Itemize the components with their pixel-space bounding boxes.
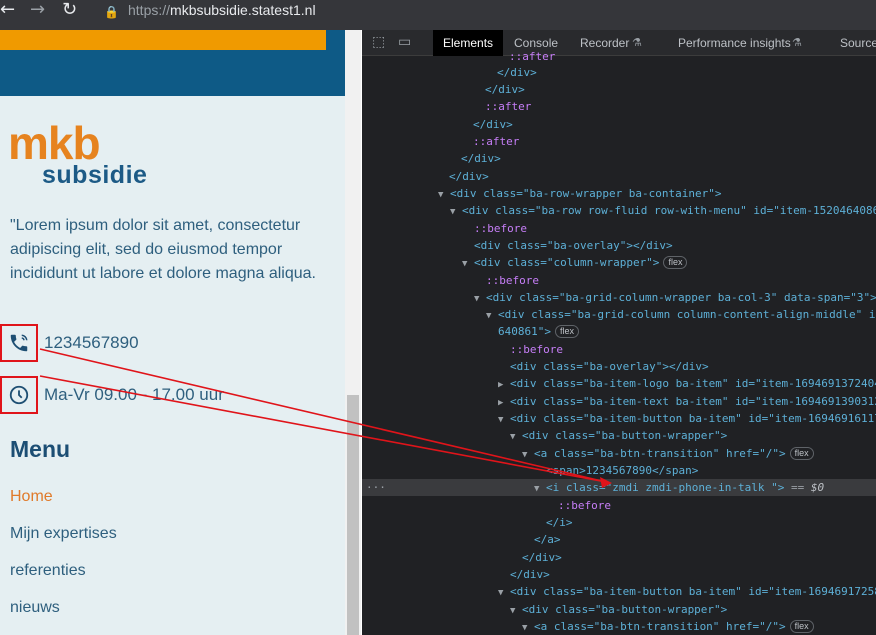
- selected-marker: == $0: [791, 481, 825, 494]
- dom-line[interactable]: ▶ <div class="ba-item-text ba-item" id="i…: [362, 393, 876, 410]
- intro-text: "Lorem ipsum dolor sit amet, consectetur…: [10, 217, 316, 282]
- menu-item-nieuws[interactable]: nieuws: [10, 599, 60, 617]
- expand-triangle-icon[interactable]: ▼: [462, 256, 474, 273]
- dom-line[interactable]: </i>: [362, 514, 876, 531]
- dom-line[interactable]: <span>1234567890</span>: [362, 462, 876, 479]
- menu-item-expertises[interactable]: Mijn expertises: [10, 525, 117, 543]
- flex-badge[interactable]: flex: [789, 447, 814, 460]
- forward-arrow-icon[interactable]: →: [30, 0, 45, 20]
- more-options-icon[interactable]: ···: [366, 479, 386, 496]
- address-bar[interactable]: https://mkbsubsidie.statest1.nl: [128, 2, 316, 18]
- dom-line[interactable]: ▼ <div class="ba-row row-fluid row-with-m…: [362, 202, 876, 219]
- expand-triangle-icon[interactable]: ▼: [534, 481, 546, 498]
- dom-line[interactable]: ▼ <a class="ba-btn-transition" href="/"> f…: [362, 445, 876, 462]
- dom-line[interactable]: </div>: [362, 566, 876, 583]
- devtools-panel: ⬚ ▭ Elements Console Recorder ⚗ Performa…: [362, 30, 876, 635]
- dom-line[interactable]: </div>: [362, 81, 876, 98]
- dom-line[interactable]: ▼ <div class="ba-grid-column-wrapper ba-c…: [362, 289, 876, 306]
- opening-hours: Ma-Vr 09.00 - 17.00 uur: [44, 385, 224, 404]
- dom-line[interactable]: ::before: [362, 220, 876, 237]
- reload-icon[interactable]: ↻: [62, 0, 77, 20]
- dom-line[interactable]: ::after: [362, 48, 876, 65]
- dom-line[interactable]: </div>: [362, 549, 876, 566]
- flex-badge[interactable]: flex: [663, 256, 688, 269]
- menu-title: Menu: [10, 436, 71, 462]
- url-host: mkbsubsidie.statest1.nl: [170, 2, 316, 18]
- dom-line[interactable]: <div class="ba-overlay"></div>: [362, 358, 876, 375]
- dom-line[interactable]: ▼ <div class="ba-row-wrapper ba-container…: [362, 185, 876, 202]
- dom-line[interactable]: </div>: [362, 168, 876, 185]
- hours-row: Ma-Vr 09.00 - 17.00 uur: [0, 376, 224, 414]
- expand-triangle-icon[interactable]: ▼: [498, 585, 510, 602]
- dom-line[interactable]: ▼ <a class="ba-btn-transition" href="/"> f…: [362, 618, 876, 635]
- flex-badge[interactable]: flex: [554, 325, 579, 338]
- phone-number: 1234567890: [44, 333, 139, 352]
- dom-line[interactable]: <div class="ba-overlay"></div>: [362, 237, 876, 254]
- dom-line[interactable]: ▼ <div class="ba-item-button ba-item" id=…: [362, 410, 876, 427]
- orange-bar: [0, 30, 326, 50]
- dom-line[interactable]: </div>: [362, 150, 876, 167]
- header-band: [0, 30, 345, 96]
- dom-line[interactable]: </a>: [362, 531, 876, 548]
- dom-line[interactable]: </div>: [362, 64, 876, 81]
- logo-mkb[interactable]: mkb: [8, 120, 101, 166]
- dom-line[interactable]: ::after: [362, 98, 876, 115]
- flex-badge[interactable]: flex: [789, 620, 814, 633]
- dom-line[interactable]: ::before: [362, 272, 876, 289]
- back-arrow-icon[interactable]: ←: [0, 0, 15, 20]
- clock-icon: [0, 376, 38, 414]
- dom-line[interactable]: ▼ <div class="ba-button-wrapper">: [362, 427, 876, 444]
- browser-toolbar: ← → ↻ 🔒 https://mkbsubsidie.statest1.nl: [0, 0, 876, 30]
- phone-button[interactable]: 1234567890: [0, 324, 139, 362]
- expand-triangle-icon[interactable]: ▼: [510, 429, 522, 446]
- url-protocol: https://: [128, 2, 171, 18]
- collapsed-triangle-icon[interactable]: ▶: [498, 377, 510, 394]
- dom-line[interactable]: ▼ <div class="ba-item-button ba-item" id=…: [362, 583, 876, 600]
- dom-line[interactable]: ▶ <div class="ba-item-logo ba-item" id="i…: [362, 375, 876, 392]
- dom-line[interactable]: ::before: [362, 497, 876, 514]
- menu-item-home[interactable]: Home: [10, 488, 53, 506]
- dom-line[interactable]: ::after: [362, 133, 876, 150]
- phone-in-talk-icon[interactable]: [0, 324, 38, 362]
- website-pane: mkb subsidie "Lorem ipsum dolor sit amet…: [0, 30, 345, 635]
- lock-icon[interactable]: 🔒: [104, 2, 119, 22]
- dom-line[interactable]: ▼ <div class="ba-button-wrapper">: [362, 601, 876, 618]
- logo-subsidie[interactable]: subsidie: [42, 162, 147, 188]
- dom-line-selected[interactable]: ··· ▼ <i class="zmdi zmdi-phone-in-talk ">…: [362, 479, 876, 496]
- dom-line[interactable]: ▼ <div class="column-wrapper"> flex: [362, 254, 876, 271]
- dom-line[interactable]: ::before: [362, 341, 876, 358]
- expand-triangle-icon[interactable]: ▼: [450, 204, 462, 221]
- scrollbar-thumb[interactable]: [347, 395, 359, 635]
- expand-triangle-icon[interactable]: ▼: [522, 620, 534, 635]
- dom-line[interactable]: </div>: [362, 116, 876, 133]
- dom-line[interactable]: ▼ <div class="ba-grid-column column-conte…: [362, 306, 876, 323]
- dom-line[interactable]: 640861"> flex: [362, 323, 876, 340]
- menu-item-referenties[interactable]: referenties: [10, 562, 86, 580]
